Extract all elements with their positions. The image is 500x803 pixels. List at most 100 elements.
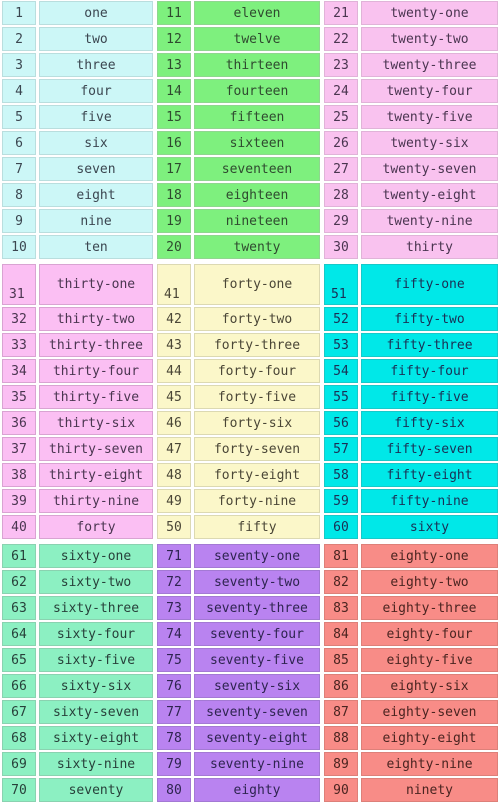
word-cell: twenty-nine [361, 209, 498, 233]
word-cell: sixty-nine [39, 752, 153, 776]
word-cell: fifty-seven [361, 437, 498, 461]
word-cell: eighty-eight [361, 726, 498, 750]
table-row: 73 seventy-three [157, 596, 320, 620]
number-cell: 74 [157, 622, 191, 646]
table-row: 9 nine [2, 209, 153, 233]
number-cell: 36 [2, 411, 36, 435]
word-cell: eighteen [194, 183, 320, 207]
table-row: 49 forty-nine [157, 489, 320, 513]
table-row: 23 twenty-three [324, 53, 498, 77]
table-row: 3 three [2, 53, 153, 77]
word-cell: eighty-nine [361, 752, 498, 776]
word-cell: sixteen [194, 131, 320, 155]
word-cell: sixty-eight [39, 726, 153, 750]
number-cell: 62 [2, 570, 36, 594]
number-block-3: 61 sixty-one 62 sixty-two 63 sixty-three 64… [0, 543, 500, 803]
number-column-61-70: 61 sixty-one 62 sixty-two 63 sixty-three 64… [0, 543, 155, 803]
number-cell: 23 [324, 53, 358, 77]
table-row: 65 sixty-five [2, 648, 153, 672]
word-cell: thirty-four [39, 359, 153, 383]
table-row: 60 sixty [324, 515, 498, 539]
table-row: 82 eighty-two [324, 570, 498, 594]
word-cell: twenty-three [361, 53, 498, 77]
number-cell: 57 [324, 437, 358, 461]
word-cell: fifty [194, 515, 320, 539]
word-cell: nineteen [194, 209, 320, 233]
word-cell: seventy-three [194, 596, 320, 620]
table-row: 31 thirty-one [2, 264, 153, 305]
table-row: 63 sixty-three [2, 596, 153, 620]
word-cell: thirty-six [39, 411, 153, 435]
word-cell: sixty-two [39, 570, 153, 594]
number-cell: 85 [324, 648, 358, 672]
table-row: 2 two [2, 27, 153, 51]
number-cell: 42 [157, 307, 191, 331]
table-row: 26 twenty-six [324, 131, 498, 155]
word-cell: fifty-two [361, 307, 498, 331]
number-cell: 17 [157, 157, 191, 181]
word-cell: fifty-three [361, 333, 498, 357]
table-row: 34 thirty-four [2, 359, 153, 383]
word-cell: thirty-three [39, 333, 153, 357]
number-cell: 90 [324, 778, 358, 802]
table-row: 33 thirty-three [2, 333, 153, 357]
word-cell: seventy [39, 778, 153, 802]
table-row: 85 eighty-five [324, 648, 498, 672]
number-cell: 48 [157, 463, 191, 487]
table-row: 47 forty-seven [157, 437, 320, 461]
number-column-81-90: 81 eighty-one 82 eighty-two 83 eighty-three… [322, 543, 500, 803]
number-cell: 82 [324, 570, 358, 594]
number-cell: 24 [324, 79, 358, 103]
word-cell: ten [39, 235, 153, 259]
word-cell: forty-seven [194, 437, 320, 461]
word-cell: fifty-eight [361, 463, 498, 487]
number-cell: 28 [324, 183, 358, 207]
number-cell: 9 [2, 209, 36, 233]
table-row: 39 thirty-nine [2, 489, 153, 513]
table-row: 58 fifty-eight [324, 463, 498, 487]
number-column-41-50: 41 forty-one 42 forty-two 43 forty-three 44… [155, 263, 322, 540]
number-cell: 89 [324, 752, 358, 776]
table-row: 86 eighty-six [324, 674, 498, 698]
table-row: 67 sixty-seven [2, 700, 153, 724]
word-cell: eighty-four [361, 622, 498, 646]
table-row: 76 seventy-six [157, 674, 320, 698]
table-row: 25 twenty-five [324, 105, 498, 129]
word-cell: forty-eight [194, 463, 320, 487]
table-row: 88 eighty-eight [324, 726, 498, 750]
number-cell: 46 [157, 411, 191, 435]
word-cell: seventy-five [194, 648, 320, 672]
number-cell: 59 [324, 489, 358, 513]
number-cell: 4 [2, 79, 36, 103]
word-cell: forty-nine [194, 489, 320, 513]
number-cell: 18 [157, 183, 191, 207]
number-cell: 15 [157, 105, 191, 129]
word-cell: sixty-one [39, 544, 153, 568]
word-cell: sixty-six [39, 674, 153, 698]
number-cell: 40 [2, 515, 36, 539]
number-cell: 30 [324, 235, 358, 259]
word-cell: seventy-four [194, 622, 320, 646]
table-row: 59 fifty-nine [324, 489, 498, 513]
number-cell: 43 [157, 333, 191, 357]
number-cell: 21 [324, 1, 358, 25]
table-row: 87 eighty-seven [324, 700, 498, 724]
word-cell: seventy-eight [194, 726, 320, 750]
number-cell: 71 [157, 544, 191, 568]
word-cell: forty-one [194, 264, 320, 305]
number-cell: 56 [324, 411, 358, 435]
word-cell: thirty [361, 235, 498, 259]
table-row: 10 ten [2, 235, 153, 259]
table-row: 70 seventy [2, 778, 153, 802]
number-cell: 25 [324, 105, 358, 129]
number-cell: 55 [324, 385, 358, 409]
number-cell: 50 [157, 515, 191, 539]
number-cell: 73 [157, 596, 191, 620]
table-row: 89 eighty-nine [324, 752, 498, 776]
table-row: 27 twenty-seven [324, 157, 498, 181]
number-cell: 60 [324, 515, 358, 539]
number-cell: 31 [2, 264, 36, 305]
word-cell: forty-three [194, 333, 320, 357]
word-cell: forty-four [194, 359, 320, 383]
word-cell: ninety [361, 778, 498, 802]
